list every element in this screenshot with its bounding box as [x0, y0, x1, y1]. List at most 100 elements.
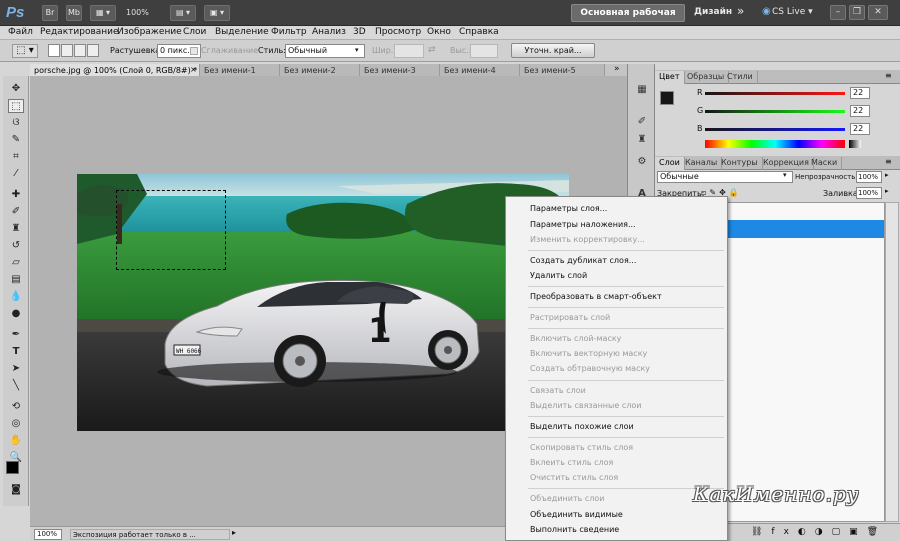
menu-file[interactable]: Файл: [8, 27, 33, 37]
mini-bridge-icon[interactable]: ▦: [634, 84, 650, 98]
opacity-input[interactable]: 100%: [856, 171, 882, 183]
new-selection-icon[interactable]: [48, 44, 60, 57]
antialias-checkbox[interactable]: [190, 47, 198, 55]
eraser-icon[interactable]: ▱: [8, 256, 24, 270]
healing-brush-icon[interactable]: ✚: [8, 188, 24, 202]
3d-orbit-icon[interactable]: ◎: [8, 417, 24, 431]
restore-icon[interactable]: ❐: [849, 5, 865, 20]
width-input[interactable]: [394, 44, 424, 58]
workspace-essentials-button[interactable]: Основная рабочая среда: [571, 4, 685, 34]
menu-image[interactable]: Изображение: [117, 27, 182, 37]
pen-tool-icon[interactable]: ✒: [8, 328, 24, 342]
subtract-selection-icon[interactable]: [74, 44, 86, 57]
status-zoom-field[interactable]: 100%: [34, 529, 62, 540]
panel-menu-icon[interactable]: ≡: [885, 71, 892, 80]
tabs-overflow-icon[interactable]: »: [614, 64, 620, 74]
blue-value-input[interactable]: 22: [850, 123, 870, 135]
tool-preset-picker[interactable]: ⬚ ▾: [12, 44, 38, 58]
menu-help[interactable]: Справка: [459, 27, 499, 37]
tab-adjustments[interactable]: Коррекция: [759, 157, 814, 170]
dodge-icon[interactable]: ●: [8, 307, 24, 321]
type-tool-icon[interactable]: T: [8, 345, 24, 359]
black-white-ramp[interactable]: [849, 140, 861, 148]
menu-analysis[interactable]: Анализ: [312, 27, 346, 37]
menu-item-copy-layer-style[interactable]: Скопировать стиль слоя: [530, 443, 633, 452]
menu-item-convert-smart-object[interactable]: Преобразовать в смарт-объект: [530, 292, 662, 301]
layers-panel-menu-icon[interactable]: ≡: [885, 157, 892, 166]
close-tab-icon[interactable]: ×: [190, 65, 197, 74]
layers-scrollbar[interactable]: [885, 202, 899, 522]
foreground-color-swatch-panel[interactable]: [660, 91, 674, 105]
clone-stamp-icon[interactable]: ♜: [8, 222, 24, 236]
blue-slider[interactable]: [705, 128, 845, 131]
clone-source-icon[interactable]: ♜: [634, 134, 650, 148]
menu-item-blending-options[interactable]: Параметры наложения...: [530, 220, 636, 229]
bridge-button[interactable]: Br: [42, 5, 58, 21]
add-to-selection-icon[interactable]: [61, 44, 73, 57]
menu-view[interactable]: Просмотр: [375, 27, 421, 37]
menu-item-merge-visible[interactable]: Объединить видимые: [530, 510, 623, 519]
menu-item-clear-layer-style[interactable]: Очистить стиль слоя: [530, 473, 618, 482]
status-menu-arrow-icon[interactable]: ▸: [232, 528, 236, 537]
menu-item-rasterize-layer[interactable]: Растрировать слой: [530, 313, 610, 322]
height-input[interactable]: [470, 44, 498, 58]
brush-tool-icon[interactable]: ✐: [8, 205, 24, 219]
menu-edit[interactable]: Редактирование: [40, 27, 119, 37]
brush-presets-icon[interactable]: ✐: [634, 116, 650, 130]
tab-masks[interactable]: Маски: [807, 157, 843, 170]
menu-item-duplicate-layer[interactable]: Создать дубликат слоя...: [530, 256, 636, 265]
tab-color[interactable]: Цвет: [655, 71, 685, 84]
crop-tool-icon[interactable]: ⌗: [8, 150, 24, 164]
close-icon[interactable]: ✕: [868, 5, 888, 20]
intersect-selection-icon[interactable]: [87, 44, 99, 57]
blend-mode-select[interactable]: Обычные: [657, 171, 793, 183]
menu-item-paste-layer-style[interactable]: Вклеить стиль слоя: [530, 458, 613, 467]
more-workspaces-button[interactable]: »: [737, 4, 744, 18]
red-slider[interactable]: [705, 92, 845, 95]
menu-item-merge-layers[interactable]: Объединить слои: [530, 494, 605, 503]
tool-presets-icon[interactable]: ⚙: [634, 156, 650, 170]
red-value-input[interactable]: 22: [850, 87, 870, 99]
menu-item-edit-adjustment[interactable]: Изменить корректировку...: [530, 235, 645, 244]
foreground-color-swatch[interactable]: [6, 461, 19, 474]
opacity-arrow-icon[interactable]: ▸: [885, 171, 889, 179]
menu-select[interactable]: Выделение: [215, 27, 269, 37]
menu-item-select-linked-layers[interactable]: Выделить связанные слои: [530, 401, 641, 410]
green-slider[interactable]: [705, 110, 845, 113]
tab-styles[interactable]: Стили: [723, 71, 758, 84]
menu-item-link-layers[interactable]: Связать слои: [530, 386, 586, 395]
tab-channels[interactable]: Каналы: [681, 157, 723, 170]
menu-layers[interactable]: Слои: [183, 27, 206, 37]
color-spectrum-bar[interactable]: [705, 140, 845, 148]
menu-filter[interactable]: Фильтр: [271, 27, 307, 37]
zoom-level[interactable]: 100%: [126, 8, 149, 17]
quick-mask-icon[interactable]: ◙: [8, 483, 24, 497]
menu-3d[interactable]: 3D: [353, 27, 366, 37]
history-brush-icon[interactable]: ↺: [8, 239, 24, 253]
selection-marquee[interactable]: [116, 190, 226, 270]
menu-item-enable-vector-mask[interactable]: Включить векторную маску: [530, 349, 647, 358]
3d-rotate-icon[interactable]: ⟲: [8, 400, 24, 414]
menu-item-select-similar-layers[interactable]: Выделить похожие слои: [530, 422, 634, 431]
blur-icon[interactable]: 💧: [8, 290, 24, 304]
lasso-tool-icon[interactable]: ଓ: [8, 116, 24, 130]
style-select[interactable]: Обычный: [285, 44, 365, 58]
menu-window[interactable]: Окно: [427, 27, 451, 37]
fill-input[interactable]: 100%: [856, 187, 882, 199]
move-tool-icon[interactable]: ✥: [8, 82, 24, 96]
menu-item-layer-properties[interactable]: Параметры слоя...: [530, 204, 607, 213]
cslive-button[interactable]: CS Live ▾: [772, 7, 813, 17]
quick-selection-icon[interactable]: ✎: [8, 133, 24, 147]
eyedropper-icon[interactable]: ⁄: [8, 167, 24, 181]
menu-item-delete-layer[interactable]: Удалить слой: [530, 271, 587, 280]
menu-item-flatten-image[interactable]: Выполнить сведение: [530, 525, 619, 534]
tab-paths[interactable]: Контуры: [717, 157, 763, 170]
menu-item-enable-layer-mask[interactable]: Включить слой-маску: [530, 334, 621, 343]
screen-mode-button[interactable]: ▣ ▾: [204, 5, 230, 21]
gradient-icon[interactable]: ▤: [8, 273, 24, 287]
arrange-documents-button[interactable]: ▤ ▾: [170, 5, 196, 21]
swap-icon[interactable]: ⇄: [428, 45, 436, 55]
shape-tool-icon[interactable]: ╲: [8, 379, 24, 393]
green-value-input[interactable]: 22: [850, 105, 870, 117]
hand-tool-icon[interactable]: ✋: [8, 434, 24, 448]
